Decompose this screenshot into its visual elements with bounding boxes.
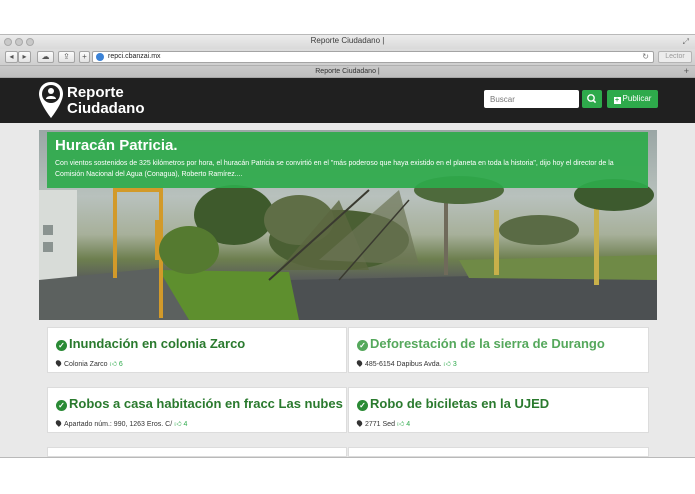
forward-button[interactable]: ▸: [18, 51, 31, 63]
check-circle-icon: ✓: [357, 340, 368, 351]
logo-line-2: Ciudadano: [67, 100, 145, 117]
report-location: Colonia Zarco: [64, 361, 108, 368]
site-header: Reporte Ciudadano +Publicar: [0, 78, 695, 123]
map-marker-icon: [355, 359, 364, 367]
browser-window: Reporte Ciudadano | ⤢ ◂ ▸ ☁ ⇪ + repci.cb…: [0, 34, 695, 458]
new-tab-button[interactable]: +: [79, 51, 90, 63]
report-likes: 3: [452, 361, 457, 368]
report-card-partial[interactable]: [47, 447, 347, 457]
report-meta: 485-6154 Dapibus Avda. 👍︎ 3: [355, 359, 640, 368]
check-circle-icon: ✓: [56, 340, 67, 351]
thumbs-up-icon[interactable]: 👍︎: [174, 421, 181, 428]
site-logo[interactable]: Reporte Ciudadano: [67, 85, 145, 117]
globe-icon: [96, 53, 104, 61]
map-marker-icon: [54, 359, 63, 367]
report-card[interactable]: ✓ Deforestación de la sierra de Durango 4…: [348, 327, 649, 373]
reload-icon[interactable]: ↻: [642, 52, 649, 61]
thumbs-up-icon[interactable]: 👍︎: [110, 361, 117, 368]
report-location: 2771 Sed: [365, 421, 395, 428]
search-button[interactable]: [582, 90, 602, 108]
tab-strip: Reporte Ciudadano | +: [0, 66, 695, 78]
icloud-tabs-button[interactable]: ☁: [37, 51, 54, 63]
report-card-partial[interactable]: [348, 447, 649, 457]
report-meta: Colonia Zarco 👍︎ 6: [54, 359, 338, 368]
report-likes: 4: [406, 421, 411, 428]
featured-report-title[interactable]: Huracán Patricia.: [55, 137, 640, 155]
address-bar[interactable]: repci.cbanzai.mx ↻: [92, 51, 654, 63]
window-title: Reporte Ciudadano |: [310, 36, 385, 45]
report-location: Apartado núm.: 990, 1263 Eros. C/: [64, 421, 173, 428]
cloud-icon: ☁: [41, 52, 50, 61]
map-marker-icon: [355, 419, 364, 427]
add-tab-icon[interactable]: +: [684, 66, 689, 76]
featured-report[interactable]: Huracán Patricia. Con vientos sostenidos…: [39, 130, 657, 320]
featured-report-summary: Con vientos sostenidos de 325 kilómetros…: [55, 160, 614, 178]
report-card[interactable]: ✓ Inundación en colonia Zarco Colonia Zar…: [47, 327, 347, 373]
report-likes: 6: [118, 361, 123, 368]
check-circle-icon: ✓: [56, 400, 67, 411]
publish-button[interactable]: + Publicar: [607, 90, 658, 108]
reader-button[interactable]: Lector: [658, 51, 692, 63]
thumbs-up-icon[interactable]: 👍︎: [444, 361, 451, 368]
featured-report-caption: Huracán Patricia. Con vientos sostenidos…: [47, 132, 648, 188]
search-icon: [587, 94, 597, 104]
report-title[interactable]: ✓ Robo de biciletas en la UJED: [357, 396, 640, 412]
back-arrow-icon: ◂: [9, 52, 14, 61]
report-meta: 2771 Sed 👍︎ 4: [355, 419, 640, 428]
url-text: repci.cbanzai.mx: [108, 53, 161, 60]
report-card[interactable]: ✓ Robo de biciletas en la UJED 2771 Sed 👍︎…: [348, 387, 649, 433]
share-icon: ⇪: [63, 52, 70, 61]
report-title[interactable]: ✓ Deforestación de la sierra de Durango: [357, 336, 640, 352]
report-title[interactable]: ✓ Robos a casa habitación en fracc Las nu…: [56, 396, 343, 412]
back-button[interactable]: ◂: [5, 51, 18, 63]
map-marker-icon: [54, 419, 63, 427]
browser-toolbar: ◂ ▸ ☁ ⇪ + repci.cbanzai.mx ↻ Lector: [0, 49, 695, 66]
thumbs-up-icon[interactable]: 👍︎: [397, 421, 404, 428]
forward-arrow-icon: ▸: [22, 52, 27, 61]
search-input[interactable]: [484, 90, 579, 108]
report-likes: 4: [183, 421, 188, 428]
publish-label: Publicar: [622, 94, 652, 103]
logo-line-1: Reporte: [67, 84, 124, 101]
report-card[interactable]: ✓ Robos a casa habitación en fracc Las nu…: [47, 387, 347, 433]
plus-icon: +: [82, 52, 87, 61]
report-title[interactable]: ✓ Inundación en colonia Zarco: [56, 336, 338, 352]
tab-active[interactable]: Reporte Ciudadano |: [0, 68, 695, 75]
report-location: 485-6154 Dapibus Avda.: [365, 361, 442, 368]
logo-pin-icon: [39, 82, 63, 118]
window-titlebar: Reporte Ciudadano | ⤢: [0, 35, 695, 49]
plus-square-icon: +: [613, 97, 621, 104]
report-meta: Apartado núm.: 990, 1263 Eros. C/👍︎ 4: [54, 419, 338, 428]
check-circle-icon: ✓: [357, 400, 368, 411]
share-button[interactable]: ⇪: [58, 51, 75, 63]
fullscreen-icon[interactable]: ⤢: [683, 37, 689, 47]
